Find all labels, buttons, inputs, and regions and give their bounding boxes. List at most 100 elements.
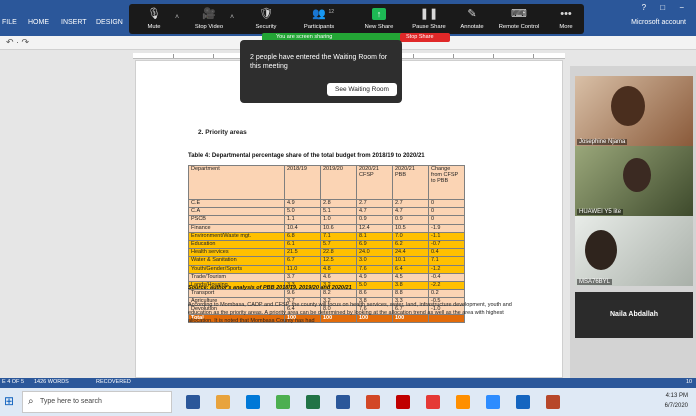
- table-header: 2020/21 CFSP: [356, 165, 393, 200]
- zoom-toolbar: 🎙 Mute ˄ 🎥 Stop Video ˄ 🛡 Security 👥 Par…: [129, 4, 584, 34]
- stop-video-button[interactable]: 🎥 Stop Video: [184, 7, 234, 30]
- table-row: Finance 10.4 10.6 12.4 10.5 -1.9: [188, 223, 465, 233]
- word-count[interactable]: 1426 WORDS: [34, 379, 69, 385]
- value-cell: 8.1: [356, 231, 393, 241]
- more-button[interactable]: ••• More: [541, 7, 591, 30]
- value-cell: 0: [428, 207, 465, 217]
- remote-control-button[interactable]: ⌨ Remote Control: [494, 7, 544, 30]
- table-row: Education 6.1 5.7 6.9 6.2 -0.7: [188, 239, 465, 250]
- mute-button[interactable]: 🎙 Mute: [129, 7, 179, 30]
- tab-design[interactable]: DESIGN: [96, 19, 123, 26]
- taskbar-app-icon[interactable]: [366, 395, 380, 409]
- participants-button[interactable]: 👥 Participants 12: [294, 7, 344, 30]
- system-tray-clock[interactable]: 4:13 PM 6/7/2020: [665, 391, 688, 411]
- table-row: Youth/Gender/Sports 11.0 4.8 7.6 6.4 -1.2: [188, 264, 465, 274]
- windows-start-icon[interactable]: ⊞: [4, 394, 14, 408]
- department-cell: Water & Sanitation: [188, 256, 285, 266]
- taskbar-app-icon[interactable]: [426, 395, 440, 409]
- body-paragraph: According to Mombasa, CADP and CFSP, the…: [188, 302, 512, 324]
- taskbar-app-icon[interactable]: [336, 395, 350, 409]
- table-row: C.A 5.0 5.1 4.7 4.7 0: [188, 207, 465, 217]
- department-cell: PSCB: [188, 215, 285, 225]
- taskbar-app-icon[interactable]: [276, 395, 290, 409]
- table-header: 2018/19: [284, 165, 321, 200]
- department-cell: Trade/Tourism: [188, 272, 285, 282]
- value-cell: 10.1: [392, 256, 429, 266]
- value-cell: 12.5: [320, 256, 357, 266]
- table-row: Environment/Waste mgt. 6.8 7.1 8.1 7.0 -1.1: [188, 231, 465, 241]
- value-cell: 4.9: [284, 198, 321, 209]
- value-cell: -0.4: [428, 272, 465, 282]
- taskbar-app-icon[interactable]: [246, 395, 260, 409]
- department-cell: Environment/Waste mgt.: [188, 231, 285, 241]
- table-row: Trade/Tourism 3.7 4.6 4.9 4.5 -0.4: [188, 272, 465, 282]
- value-cell: 10.5: [392, 223, 429, 233]
- security-button[interactable]: 🛡 Security: [241, 7, 291, 30]
- department-cell: Health services: [188, 248, 285, 258]
- participant-name: MSA76BYL: [577, 279, 613, 285]
- video-options-caret[interactable]: ˄: [230, 14, 234, 21]
- video-tile[interactable]: HUAWEI Y5 lite: [575, 146, 693, 216]
- value-cell: 6.2: [392, 239, 429, 250]
- table-header: Department: [188, 165, 285, 200]
- recovered-status: RECOVERED: [96, 379, 131, 385]
- taskbar-app-icon[interactable]: [306, 395, 320, 409]
- value-cell: 21.5: [284, 248, 321, 258]
- waiting-room-popup: 2 people have entered the Waiting Room f…: [240, 40, 402, 103]
- see-waiting-room-button[interactable]: See Waiting Room: [327, 83, 397, 96]
- table-header: Change from CFSP to PBB: [428, 165, 465, 200]
- tab-insert[interactable]: INSERT: [61, 19, 87, 26]
- value-cell: 4.6: [320, 272, 357, 282]
- new-share-button[interactable]: ↑ New Share: [354, 7, 404, 30]
- budget-table: Department 2018/19 2019/20 2020/21 CFSP …: [188, 165, 465, 323]
- taskbar-search-box[interactable]: ⌕ Type here to search: [22, 391, 172, 413]
- windows-taskbar: ⊞ ⌕ Type here to search 4:13 PM 6/7/2020: [0, 388, 696, 416]
- tab-file[interactable]: FILE: [2, 19, 17, 26]
- zoom-level[interactable]: 10: [686, 379, 692, 385]
- taskbar-app-icon[interactable]: [396, 395, 410, 409]
- video-gallery-panel: Josephine Njama HUAWEI Y5 lite MSA76BYL …: [570, 66, 696, 378]
- participant-name: HUAWEI Y5 lite: [577, 209, 624, 215]
- active-speaker-tile[interactable]: Naila Abdallah: [575, 292, 693, 338]
- participants-icon: 👥: [312, 8, 326, 20]
- tab-home[interactable]: HOME: [28, 19, 49, 26]
- value-cell: 0: [428, 215, 465, 225]
- section-heading: 2. Priority areas: [198, 129, 247, 136]
- value-cell: 4.8: [320, 264, 357, 274]
- audio-options-caret[interactable]: ˄: [175, 14, 179, 21]
- microsoft-account[interactable]: Microsoft account: [631, 19, 686, 26]
- annotate-button[interactable]: ✎ Annotate: [447, 7, 497, 30]
- value-cell: -2.2: [428, 280, 465, 291]
- table-row: Water & Sanitation 6.7 12.5 3.0 10.1 7.1: [188, 256, 465, 266]
- taskbar-app-icon[interactable]: [486, 395, 500, 409]
- value-cell: 2.7: [356, 198, 393, 209]
- taskbar-app-icon[interactable]: [216, 395, 230, 409]
- value-cell: 10.4: [284, 223, 321, 233]
- stop-share-button[interactable]: Stop Share: [400, 33, 450, 42]
- taskbar-app-icon[interactable]: [546, 395, 560, 409]
- value-cell: 6.9: [356, 239, 393, 250]
- video-tile[interactable]: MSA76BYL: [575, 216, 693, 286]
- taskbar-app-icon[interactable]: [456, 395, 470, 409]
- video-tile[interactable]: Josephine Njama: [575, 76, 693, 146]
- value-cell: 1.0: [320, 215, 357, 225]
- table-header: 2020/21 PBB: [392, 165, 429, 200]
- taskbar-app-icon[interactable]: [516, 395, 530, 409]
- department-cell: Youth/Gender/Sports: [188, 264, 285, 274]
- undo-redo-icons[interactable]: ↶ · ↷: [6, 37, 29, 48]
- page-count[interactable]: E 4 OF 5: [2, 379, 24, 385]
- value-cell: 24.0: [356, 248, 393, 258]
- table-header: 2019/20: [320, 165, 357, 200]
- value-cell: 4.5: [392, 272, 429, 282]
- value-cell: 6.7: [284, 256, 321, 266]
- window-controls[interactable]: ? □ −: [642, 3, 690, 12]
- value-cell: 24.4: [392, 248, 429, 258]
- taskbar-app-icon[interactable]: [186, 395, 200, 409]
- document-page[interactable]: 2. Priority areas Table 4: Departmental …: [135, 60, 563, 378]
- department-cell: Education: [188, 239, 285, 250]
- value-cell: 5.7: [320, 239, 357, 250]
- table-caption: Table 4: Departmental percentage share o…: [188, 153, 425, 159]
- value-cell: 8.6: [356, 289, 393, 299]
- value-cell: 10.6: [320, 223, 357, 233]
- value-cell: -0.7: [428, 239, 465, 250]
